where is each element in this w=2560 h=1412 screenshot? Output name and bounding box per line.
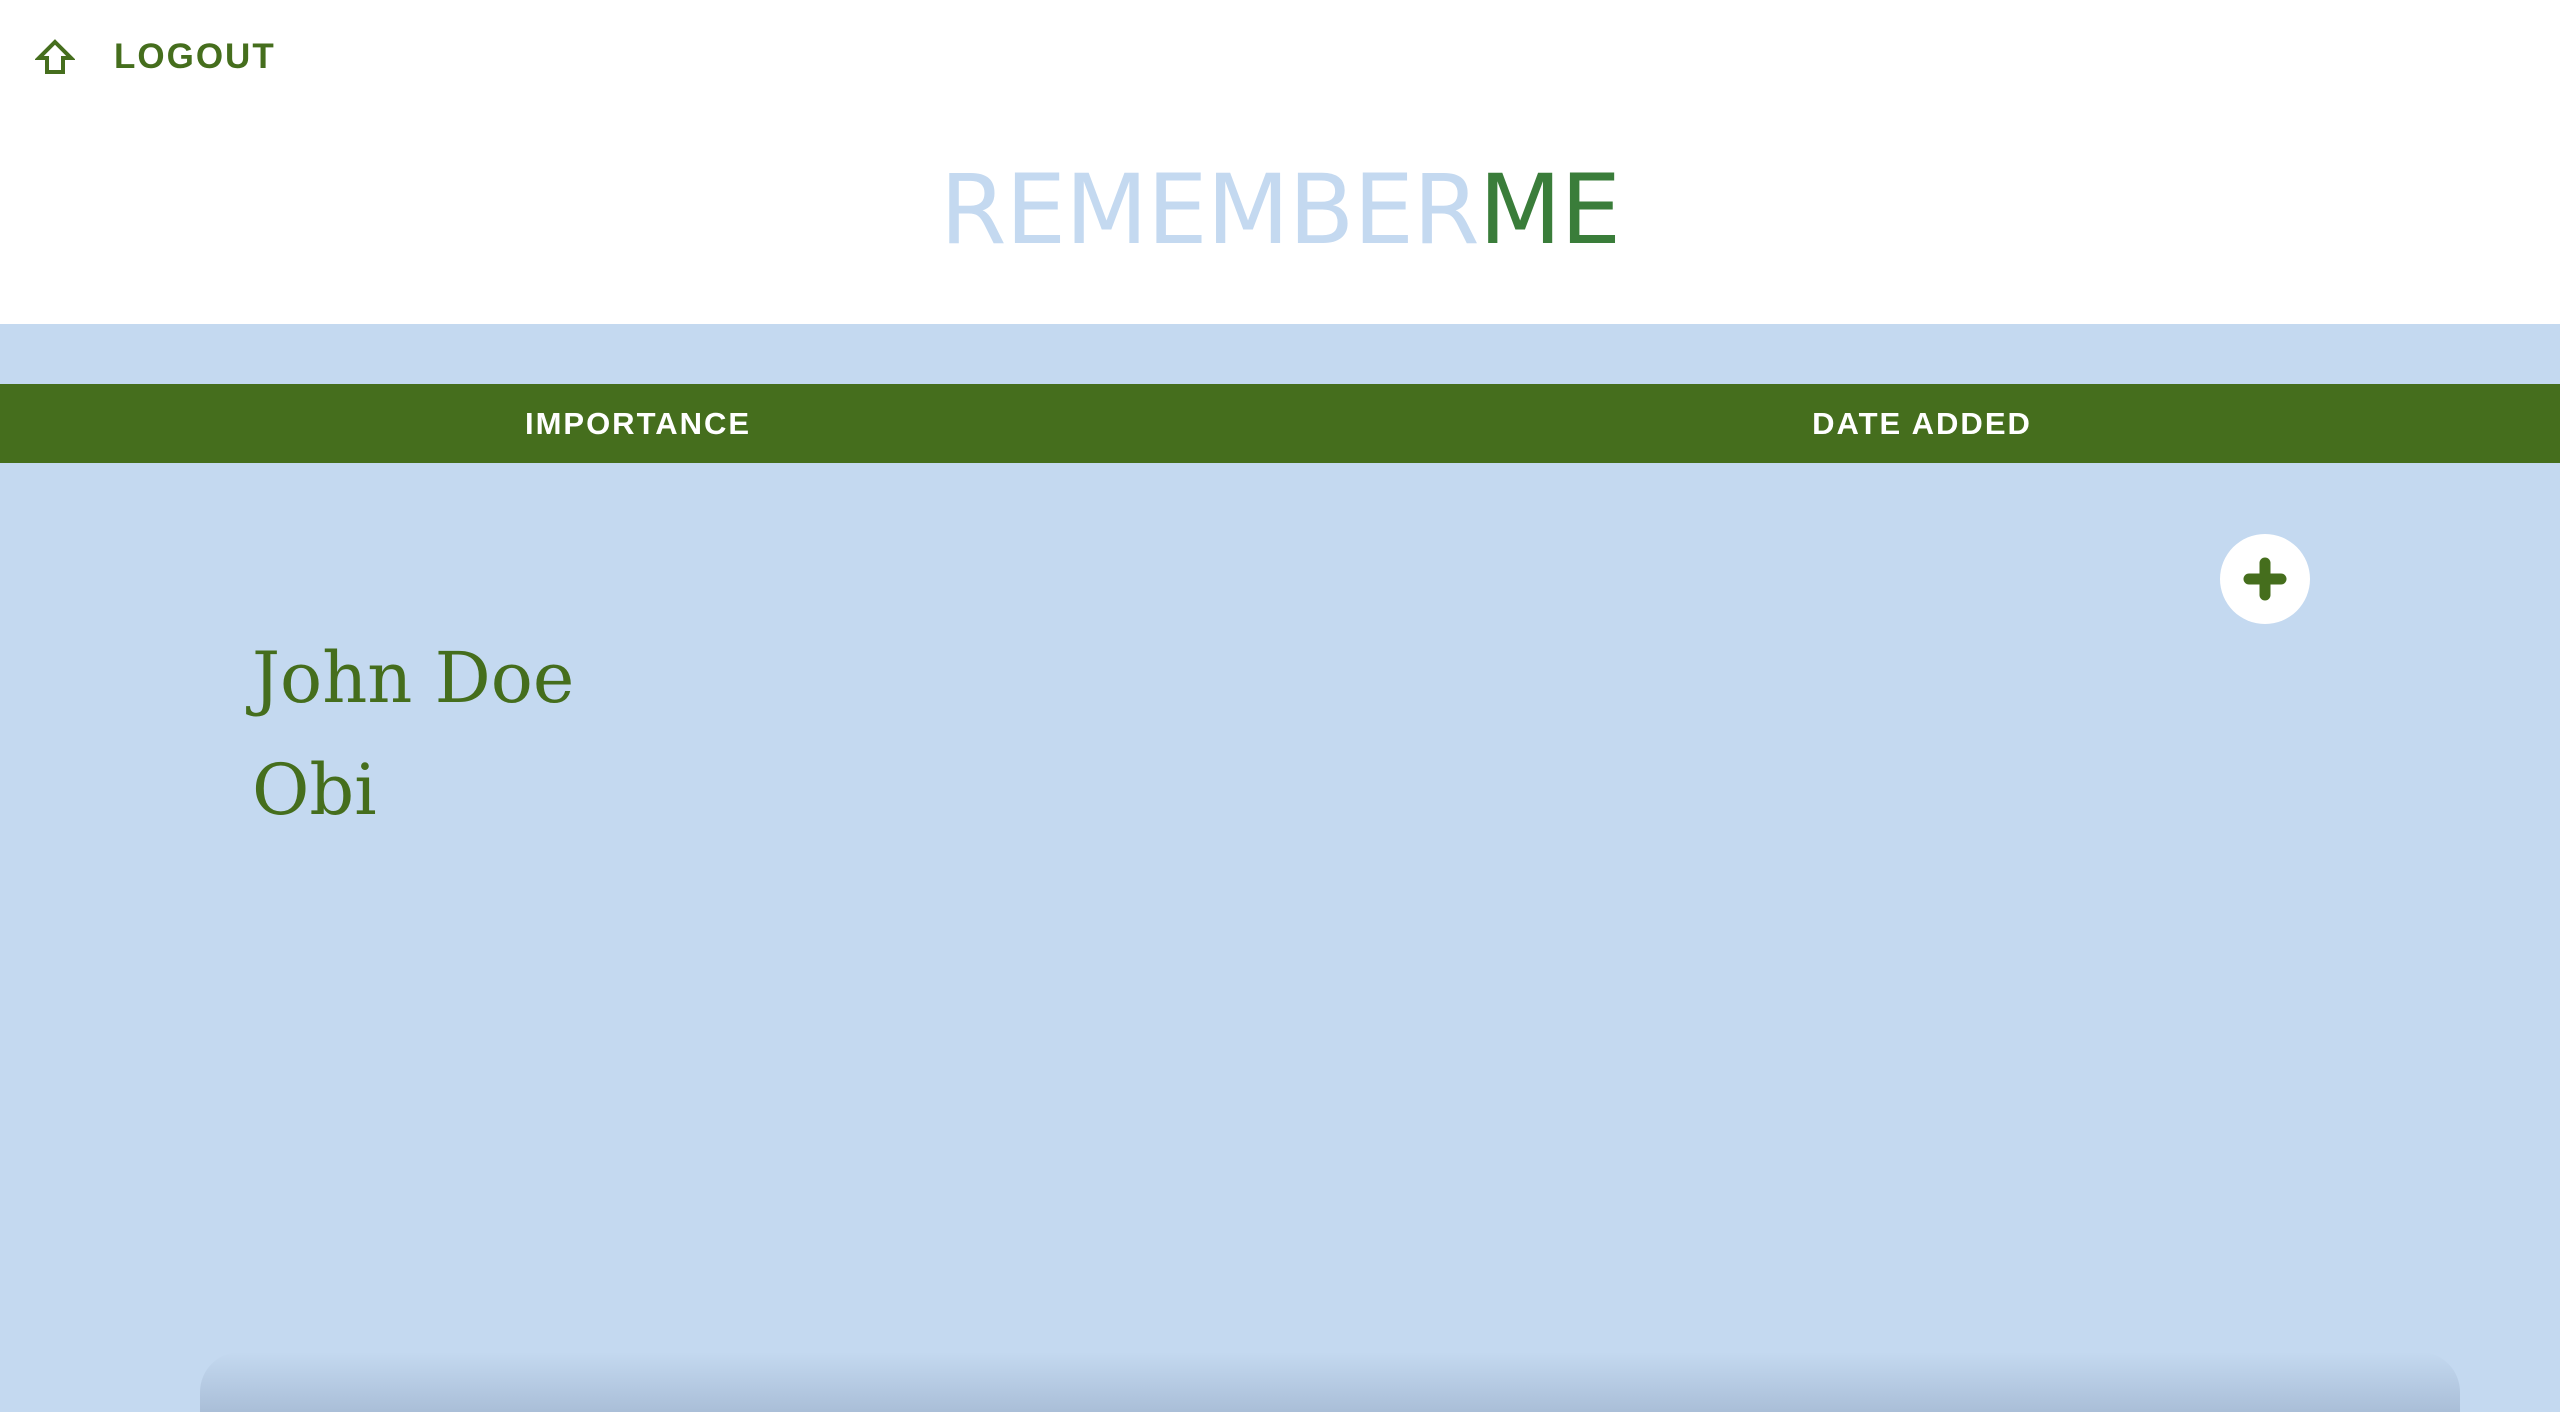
people-list: John Doe Obi xyxy=(252,622,574,846)
list-item[interactable]: Obi xyxy=(252,734,574,846)
home-icon[interactable] xyxy=(34,36,76,78)
add-person-button[interactable] xyxy=(2220,534,2310,624)
list-item[interactable]: John Doe xyxy=(252,622,574,734)
sort-importance-button[interactable]: IMPORTANCE xyxy=(438,384,838,463)
logo-text-me: ME xyxy=(1478,154,1621,266)
sort-bar: IMPORTANCE DATE ADDED xyxy=(0,384,2560,463)
bottom-panel-edge xyxy=(200,1352,2460,1412)
app-logo: REMEMBERME xyxy=(0,150,2560,270)
logout-link[interactable]: LOGOUT xyxy=(114,37,276,77)
sort-date-added-button[interactable]: DATE ADDED xyxy=(1722,384,2122,463)
plus-icon xyxy=(2240,554,2290,604)
header: LOGOUT REMEMBERME xyxy=(0,0,2560,324)
logo-text-remember: REMEMBER xyxy=(939,154,1480,266)
top-nav: LOGOUT xyxy=(34,34,276,80)
